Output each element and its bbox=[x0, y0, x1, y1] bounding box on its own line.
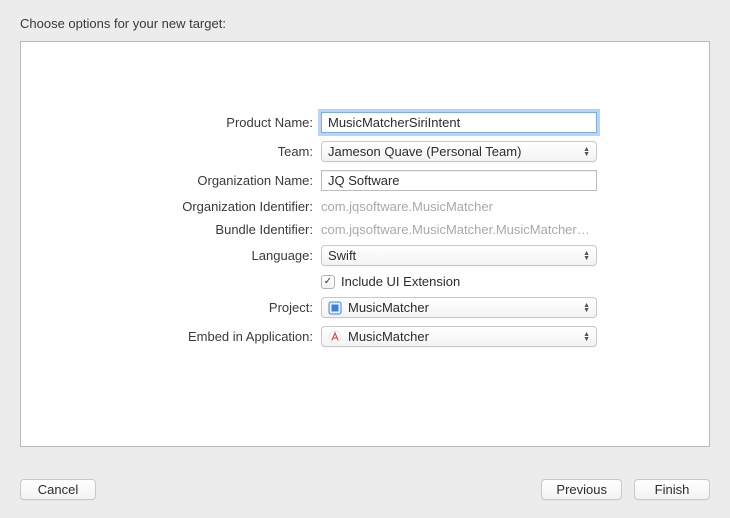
options-panel: Product Name: Team: Jameson Quave (Perso… bbox=[20, 41, 710, 447]
label-project: Project: bbox=[21, 300, 321, 315]
embed-dropdown-label: MusicMatcher bbox=[348, 329, 577, 344]
row-product-name: Product Name: bbox=[21, 112, 709, 133]
label-org-id: Organization Identifier: bbox=[21, 199, 321, 214]
product-name-input[interactable] bbox=[321, 112, 597, 133]
include-ui-extension-label: Include UI Extension bbox=[341, 274, 460, 289]
finish-button[interactable]: Finish bbox=[634, 479, 710, 500]
row-org-name: Organization Name: bbox=[21, 170, 709, 191]
bundle-id-value: com.jqsoftware.MusicMatcher.MusicMatcher… bbox=[321, 222, 597, 237]
org-name-input[interactable] bbox=[321, 170, 597, 191]
project-dropdown[interactable]: MusicMatcher ▲▼ bbox=[321, 297, 597, 318]
updown-icon: ▲▼ bbox=[583, 303, 590, 313]
row-project: Project: MusicMatcher ▲▼ bbox=[21, 297, 709, 318]
label-language: Language: bbox=[21, 248, 321, 263]
language-dropdown[interactable]: Swift ▲▼ bbox=[321, 245, 597, 266]
row-language: Language: Swift ▲▼ bbox=[21, 245, 709, 266]
row-org-id: Organization Identifier: com.jqsoftware.… bbox=[21, 199, 709, 214]
label-product-name: Product Name: bbox=[21, 115, 321, 130]
updown-icon: ▲▼ bbox=[583, 251, 590, 261]
cancel-button[interactable]: Cancel bbox=[20, 479, 96, 500]
org-id-value: com.jqsoftware.MusicMatcher bbox=[321, 199, 597, 214]
language-dropdown-label: Swift bbox=[328, 248, 577, 263]
label-org-name: Organization Name: bbox=[21, 173, 321, 188]
checkmark-icon: ✓ bbox=[321, 275, 335, 289]
options-form: Product Name: Team: Jameson Quave (Perso… bbox=[21, 112, 709, 347]
previous-button[interactable]: Previous bbox=[541, 479, 622, 500]
updown-icon: ▲▼ bbox=[583, 332, 590, 342]
xcode-project-icon bbox=[328, 301, 342, 315]
app-icon bbox=[328, 330, 342, 344]
page-title: Choose options for your new target: bbox=[0, 0, 730, 41]
row-team: Team: Jameson Quave (Personal Team) ▲▼ bbox=[21, 141, 709, 162]
row-embed: Embed in Application: MusicMatcher ▲▼ bbox=[21, 326, 709, 347]
team-dropdown[interactable]: Jameson Quave (Personal Team) ▲▼ bbox=[321, 141, 597, 162]
project-dropdown-label: MusicMatcher bbox=[348, 300, 577, 315]
footer-button-bar: Cancel Previous Finish bbox=[0, 465, 730, 518]
row-bundle-id: Bundle Identifier: com.jqsoftware.MusicM… bbox=[21, 222, 709, 237]
label-bundle-id: Bundle Identifier: bbox=[21, 222, 321, 237]
embed-dropdown[interactable]: MusicMatcher ▲▼ bbox=[321, 326, 597, 347]
row-include-ui: ✓ Include UI Extension bbox=[21, 274, 709, 289]
updown-icon: ▲▼ bbox=[583, 147, 590, 157]
label-embed: Embed in Application: bbox=[21, 329, 321, 344]
team-dropdown-label: Jameson Quave (Personal Team) bbox=[328, 144, 577, 159]
label-team: Team: bbox=[21, 144, 321, 159]
include-ui-extension-checkbox[interactable]: ✓ Include UI Extension bbox=[321, 274, 597, 289]
